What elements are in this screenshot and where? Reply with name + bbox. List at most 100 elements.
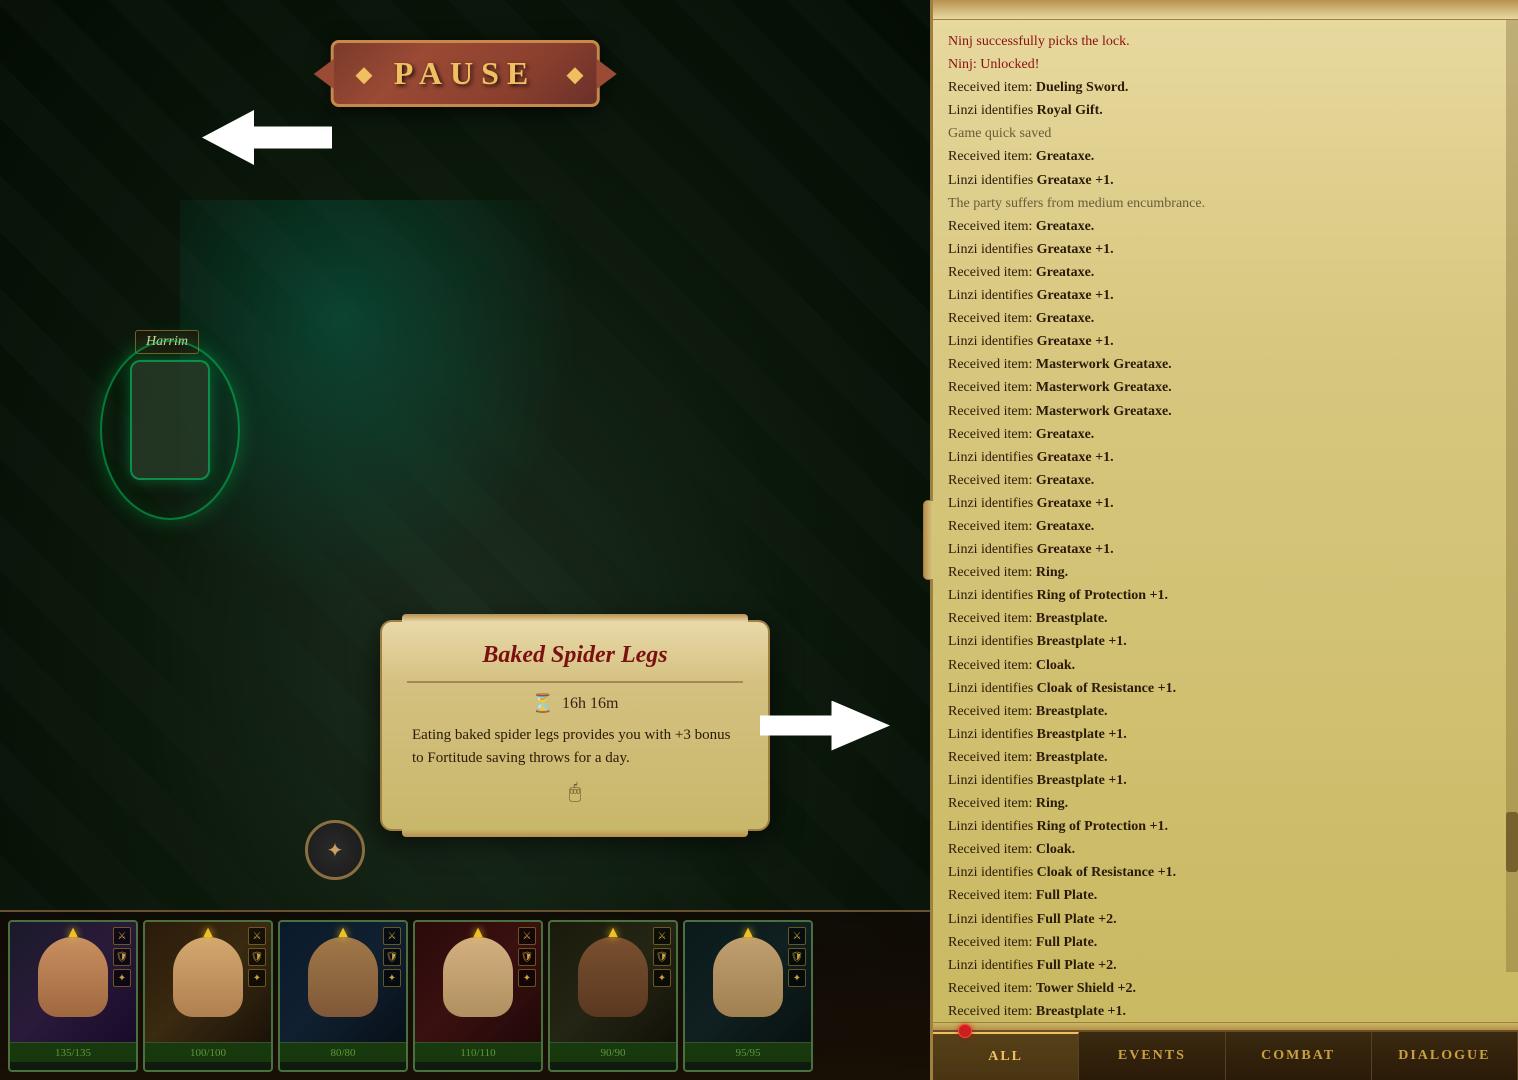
tab-dialogue[interactable]: DIALOGUE (1372, 1032, 1518, 1080)
tab-events[interactable]: EVENTS (1079, 1032, 1225, 1080)
tooltip-divider (407, 681, 743, 683)
log-entry: Received item: Greataxe. (948, 307, 1503, 330)
duration-text: 16h 16m (562, 695, 618, 713)
log-text: Linzi identifies Ring of Protection +1. (948, 819, 1168, 834)
log-text: Received item: Ring. (948, 565, 1068, 580)
log-entry: Linzi identifies Ring of Protection +1. (948, 584, 1503, 607)
log-entry: Linzi identifies Greataxe +1. (948, 446, 1503, 469)
log-entry: Received item: Breastplate. (948, 607, 1503, 630)
portrait-icon-btn[interactable]: ⚔ (248, 927, 266, 945)
log-text: Received item: Greataxe. (948, 219, 1094, 234)
hp-bar (685, 1043, 811, 1062)
face (713, 937, 783, 1017)
mouse-icon: 🖱 (407, 781, 743, 804)
portrait-icon-btn[interactable]: ✦ (788, 969, 806, 987)
log-text: Game quick saved (948, 126, 1051, 141)
party-member[interactable]: ⚔ 🛡 ✦ ▲ 135/135 (8, 920, 138, 1072)
log-entry: Received item: Cloak. (948, 838, 1503, 861)
pause-text: PAUSE (394, 55, 537, 91)
log-entry: Ninj successfully picks the lock. (948, 30, 1503, 53)
log-text: Received item: Masterwork Greataxe. (948, 404, 1172, 419)
red-dot-indicator (958, 1024, 972, 1038)
tab-combat[interactable]: COMBAT (1226, 1032, 1372, 1080)
log-text: Linzi identifies Full Plate +2. (948, 958, 1117, 973)
log-entry: Received item: Breastplate. (948, 700, 1503, 723)
party-member[interactable]: ⚔ 🛡 ✦ ▲ 110/110 (413, 920, 543, 1072)
portrait-icon-btn[interactable]: ✦ (383, 969, 401, 987)
portrait-icon-btn[interactable]: ⚔ (653, 927, 671, 945)
log-text: The party suffers from medium encumbranc… (948, 196, 1205, 211)
portrait-icon-btn[interactable]: ⚔ (113, 927, 131, 945)
log-text: Received item: Greataxe. (948, 427, 1094, 442)
log-entry: Received item: Greataxe. (948, 423, 1503, 446)
portrait-icon-btn[interactable]: 🛡 (383, 948, 401, 966)
log-text: Linzi identifies Cloak of Resistance +1. (948, 681, 1176, 696)
tab-all[interactable]: ALL (933, 1032, 1079, 1080)
face (578, 937, 648, 1017)
level-arrow: ▲ (740, 924, 756, 942)
log-text: Received item: Greataxe. (948, 473, 1094, 488)
face (443, 937, 513, 1017)
log-entry: Linzi identifies Full Plate +2. (948, 954, 1503, 977)
tooltip-description: Eating baked spider legs provides you wi… (407, 724, 743, 769)
tooltip-title: Baked Spider Legs (407, 642, 743, 669)
log-text: Received item: Masterwork Greataxe. (948, 380, 1172, 395)
pause-scroll: PAUSE (331, 40, 600, 107)
food-tooltip: Baked Spider Legs ⏳ 16h 16m Eating baked… (380, 620, 770, 831)
party-member[interactable]: ⚔ 🛡 ✦ ▲ 80/80 (278, 920, 408, 1072)
portrait-icon-btn[interactable]: 🛡 (653, 948, 671, 966)
log-entry: Received item: Greataxe. (948, 469, 1503, 492)
log-scrollbar-thumb[interactable] (1506, 812, 1518, 872)
log-scrollbar[interactable] (1506, 20, 1518, 972)
log-entry: Received item: Breastplate. (948, 746, 1503, 769)
portrait-1: ⚔ 🛡 ✦ ▲ (10, 922, 136, 1042)
compass[interactable]: ✦ (305, 820, 365, 880)
portrait-icon-btn[interactable]: ✦ (113, 969, 131, 987)
log-text: Received item: Greataxe. (948, 519, 1094, 534)
portrait-icon-btn[interactable]: ✦ (518, 969, 536, 987)
member-hp: 95/95 (685, 1042, 811, 1062)
log-text: Received item: Breastplate +1. (948, 1004, 1126, 1019)
portrait-icon-btn[interactable]: 🛡 (788, 948, 806, 966)
party-member[interactable]: ⚔ 🛡 ✦ ▲ 100/100 (143, 920, 273, 1072)
log-text: Linzi identifies Greataxe +1. (948, 334, 1114, 349)
character-body (130, 360, 210, 480)
level-arrow: ▲ (65, 924, 81, 942)
log-entry: Linzi identifies Ring of Protection +1. (948, 815, 1503, 838)
log-entry: Received item: Masterwork Greataxe. (948, 376, 1503, 399)
hp-bar (10, 1043, 136, 1062)
party-members: ⚔ 🛡 ✦ ▲ 135/135 ⚔ 🛡 (0, 912, 930, 1080)
log-text: Linzi identifies Greataxe +1. (948, 542, 1114, 557)
log-text: Received item: Masterwork Greataxe. (948, 357, 1172, 372)
party-member[interactable]: ⚔ 🛡 ✦ ▲ 95/95 (683, 920, 813, 1072)
log-ear (923, 500, 933, 580)
portrait-icon-btn[interactable]: ✦ (248, 969, 266, 987)
portrait-icon-btn[interactable]: ✦ (653, 969, 671, 987)
compass-icon: ✦ (327, 838, 344, 863)
portrait-icon-btn[interactable]: ⚔ (788, 927, 806, 945)
log-text: Ninj successfully picks the lock. (948, 34, 1130, 49)
log-text: Linzi identifies Breastplate +1. (948, 727, 1127, 742)
portrait-icon-btn[interactable]: 🛡 (113, 948, 131, 966)
log-entry: Linzi identifies Breastplate +1. (948, 630, 1503, 653)
log-scroll-area[interactable]: Ninj successfully picks the lock. Ninj: … (933, 20, 1518, 1022)
log-text: Received item: Full Plate. (948, 888, 1097, 903)
portrait-icons: ⚔ 🛡 ✦ (653, 927, 671, 987)
log-text: Linzi identifies Ring of Protection +1. (948, 588, 1168, 603)
portrait-2: ⚔ 🛡 ✦ ▲ (145, 922, 271, 1042)
portrait-icon-btn[interactable]: 🛡 (518, 948, 536, 966)
game-viewport: PAUSE Harrim ✦ Baked Spider Legs ⏳ 16h 1… (0, 0, 930, 1080)
log-entry: Received item: Ring. (948, 561, 1503, 584)
log-entry: Received item: Full Plate. (948, 931, 1503, 954)
pause-diamond-right (566, 67, 583, 84)
log-entry: Received item: Tower Shield +2. (948, 977, 1503, 1000)
portrait-icon-btn[interactable]: 🛡 (248, 948, 266, 966)
party-member[interactable]: ⚔ 🛡 ✦ ▲ 90/90 (548, 920, 678, 1072)
portrait-icon-btn[interactable]: ⚔ (518, 927, 536, 945)
log-text: Received item: Cloak. (948, 658, 1075, 673)
log-entry: Received item: Greataxe. (948, 261, 1503, 284)
log-entry: Linzi identifies Greataxe +1. (948, 492, 1503, 515)
log-text: Linzi identifies Greataxe +1. (948, 242, 1114, 257)
portrait-icon-btn[interactable]: ⚔ (383, 927, 401, 945)
member-hp: 135/135 (10, 1042, 136, 1062)
